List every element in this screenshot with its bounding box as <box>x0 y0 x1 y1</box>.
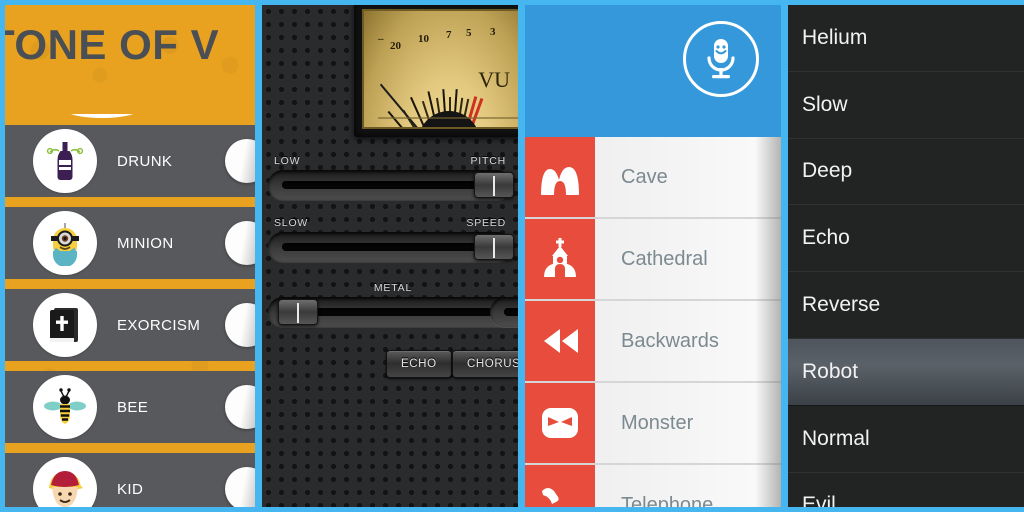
panel-voice-changer: Cave Cathedral Backwards Monster Telepho… <box>525 5 781 507</box>
list-item-label: MINION <box>117 234 174 252</box>
list-item-robot[interactable]: Robot <box>788 338 1024 406</box>
bible-icon <box>33 293 97 357</box>
slider-groove <box>504 308 518 316</box>
extra-slider[interactable] <box>490 297 518 327</box>
toggle-knob[interactable] <box>225 303 255 347</box>
list-item[interactable]: Backwards <box>525 301 781 383</box>
list-item-echo[interactable]: Echo <box>788 205 1024 273</box>
vu-tick-label: 7 <box>446 29 452 41</box>
vu-meter: – 20 10 7 5 3 VU <box>354 5 518 137</box>
list-item-slow[interactable]: Slow <box>788 71 1024 139</box>
vu-baseline <box>378 117 518 119</box>
pitch-slider[interactable] <box>268 170 514 200</box>
panel-tone-of-voice: TONE OF V DRUNK MINION EXORCISM BEE KID <box>5 5 255 507</box>
vu-tick-label: – <box>378 33 384 45</box>
list-item-label: Cave <box>621 165 668 188</box>
toggle-knob[interactable] <box>225 139 255 183</box>
rewind-icon <box>525 301 595 381</box>
list-item-label: EXORCISM <box>117 316 201 334</box>
list-item[interactable]: BEE <box>5 371 255 443</box>
list-item[interactable]: Cathedral <box>525 219 781 301</box>
kid-icon <box>33 457 97 507</box>
list-item-deep[interactable]: Deep <box>788 138 1024 206</box>
screenshot-stage: TONE OF V DRUNK MINION EXORCISM BEE KID … <box>0 0 1024 512</box>
list-item-reverse[interactable]: Reverse <box>788 272 1024 339</box>
list-item[interactable]: Telephone <box>525 465 781 507</box>
list-item-label: Cathedral <box>621 247 708 270</box>
list-item[interactable]: EXORCISM <box>5 289 255 361</box>
page-title: TONE OF V <box>5 21 220 68</box>
list-item[interactable]: KID <box>5 453 255 507</box>
minion-icon <box>33 211 97 275</box>
vu-unit-label: VU <box>478 67 510 92</box>
slider-min-label: SLOW <box>274 217 309 229</box>
vu-tick-label: 10 <box>418 33 429 45</box>
list-item-label: Backwards <box>621 329 719 352</box>
list-item-helium[interactable]: Helium <box>788 5 1024 72</box>
slider-groove <box>282 181 498 189</box>
vu-tick-label: 5 <box>466 27 472 39</box>
toggle-knob[interactable] <box>225 221 255 265</box>
metal-slider-group: METAL <box>268 282 518 327</box>
list-item-evil[interactable]: Evil <box>788 472 1024 507</box>
bottle-icon <box>33 129 97 193</box>
echo-button[interactable]: ECHO <box>386 350 452 378</box>
slider-max-label: SPEED <box>466 217 506 229</box>
chorus-button[interactable]: CHORUS <box>452 350 518 378</box>
speed-slider-group: SLOW SPEED <box>268 217 514 262</box>
list-item-label: BEE <box>117 398 149 416</box>
bee-icon <box>33 375 97 439</box>
slider-groove <box>282 243 498 251</box>
panel-vu-meter: – 20 10 7 5 3 VU LOW PITCH SLOW SPEED ME… <box>262 5 518 507</box>
list-item-label: KID <box>117 480 144 498</box>
list-item-label: Monster <box>621 411 694 434</box>
toggle-knob[interactable] <box>225 385 255 429</box>
list-item[interactable]: Monster <box>525 383 781 465</box>
telephone-icon <box>525 465 595 507</box>
list-item[interactable]: Cave <box>525 137 781 219</box>
monster-face-icon <box>525 383 595 463</box>
slider-max-label: PITCH <box>470 155 506 167</box>
smiling-microphone-icon[interactable] <box>683 21 759 97</box>
cave-icon <box>525 137 595 217</box>
vu-tick-label: 20 <box>390 40 401 52</box>
metal-slider[interactable] <box>268 297 518 327</box>
slider-center-label: METAL <box>373 282 413 294</box>
list-item-label: Telephone <box>621 493 714 508</box>
list-item-label: DRUNK <box>117 152 173 170</box>
speed-slider[interactable] <box>268 232 514 262</box>
tone-list: DRUNK MINION EXORCISM BEE KID <box>5 125 255 507</box>
slider-thumb[interactable] <box>474 234 514 260</box>
pitch-slider-group: LOW PITCH <box>268 155 514 200</box>
app-header <box>525 5 781 137</box>
slider-thumb[interactable] <box>474 172 514 198</box>
vu-tick-label: 3 <box>490 26 496 38</box>
toggle-knob[interactable] <box>225 467 255 507</box>
vu-meter-face: – 20 10 7 5 3 VU <box>362 9 518 129</box>
panel-effects-list: Helium Slow Deep Echo Reverse Robot Norm… <box>788 5 1024 507</box>
list-item[interactable]: MINION <box>5 207 255 279</box>
church-icon <box>525 219 595 299</box>
slider-min-label: LOW <box>274 155 301 167</box>
list-item[interactable]: DRUNK <box>5 125 255 197</box>
slider-thumb[interactable] <box>278 299 318 325</box>
list-item-normal[interactable]: Normal <box>788 405 1024 473</box>
